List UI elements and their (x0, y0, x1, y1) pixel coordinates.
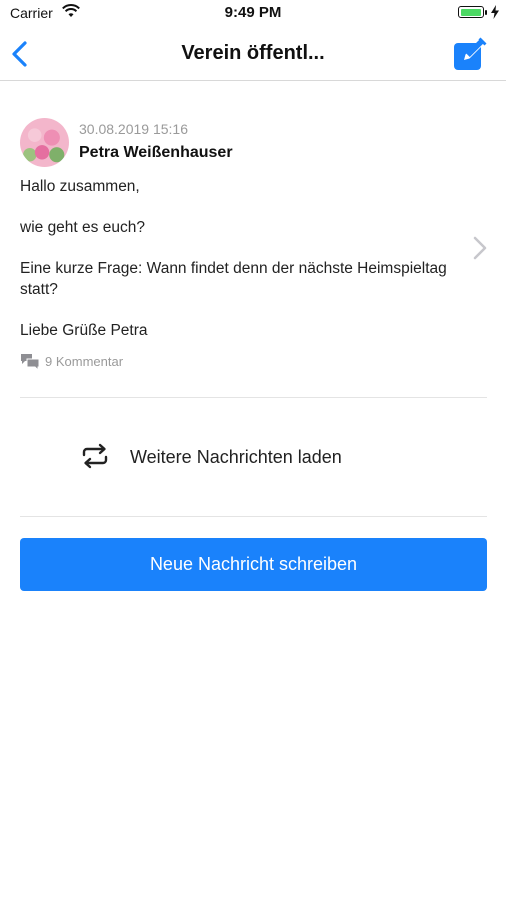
message-line: wie geht es euch? (20, 219, 145, 236)
compose-icon (454, 37, 487, 70)
message-author: Petra Weißenhauser (79, 144, 233, 161)
battery-icon (458, 6, 484, 18)
message-line: Hallo zusammen, (20, 178, 140, 195)
divider (20, 516, 487, 517)
message-date: 30.08.2019 15:16 (79, 121, 188, 137)
clock: 9:49 PM (224, 4, 282, 21)
new-message-button[interactable]: Neue Nachricht schreiben (20, 538, 487, 591)
charging-bolt-icon (491, 5, 499, 19)
message-line: Eine kurze Frage: Wann findet denn der n… (20, 260, 447, 298)
status-bar: Carrier 9:49 PM (0, 0, 506, 28)
page-title: Verein öffentl... (181, 42, 325, 64)
load-more-button[interactable]: Weitere Nachrichten laden (0, 398, 506, 516)
comments-icon (21, 354, 40, 371)
compose-button[interactable] (452, 36, 488, 72)
refresh-icon (82, 443, 108, 469)
load-more-label: Weitere Nachrichten laden (130, 447, 342, 467)
avatar (20, 118, 69, 167)
battery-fill (460, 8, 481, 16)
chevron-right-icon (473, 236, 487, 260)
battery-tip (485, 10, 487, 15)
message-body: Hallo zusammen, wie geht es euch? Eine k… (20, 177, 450, 362)
message-line: Liebe Grüße Petra (20, 321, 148, 339)
comments-count: 9 Kommentar (45, 354, 124, 369)
navigation-bar: Verein öffentl... (0, 28, 506, 81)
message-item[interactable]: 30.08.2019 15:16 Petra Weißenhauser Hall… (0, 80, 506, 398)
